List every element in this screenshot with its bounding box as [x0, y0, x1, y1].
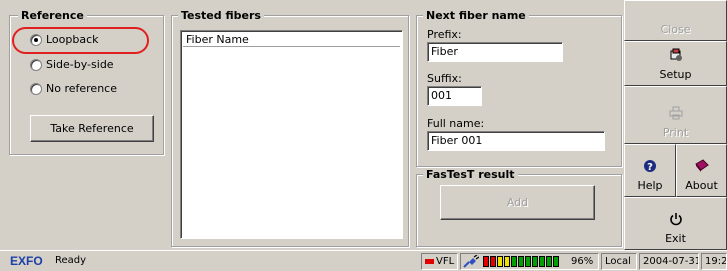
close-button[interactable]: Close: [624, 0, 727, 41]
next-fiber-title: Next fiber name: [423, 9, 529, 22]
battery-segment: [511, 256, 517, 267]
battery-segment: [497, 256, 503, 267]
print-label[interactable]: Print: [663, 126, 688, 139]
reference-group-title: Reference: [18, 9, 87, 22]
battery-indicator: 96%: [460, 253, 599, 270]
prefix-label: Prefix:: [427, 28, 462, 41]
printer-icon: [669, 106, 683, 124]
tested-fibers-list[interactable]: Fiber Name: [180, 30, 403, 239]
close-label[interactable]: Close: [661, 23, 691, 36]
time-display: 19:29: [701, 253, 727, 270]
battery-segment: [490, 256, 496, 267]
fiber-name-column-header[interactable]: Fiber Name: [183, 33, 400, 47]
suffix-input[interactable]: 001: [427, 86, 482, 106]
setup-label[interactable]: Setup: [659, 68, 691, 81]
prefix-input[interactable]: Fiber: [427, 42, 563, 62]
help-icon: ?: [643, 159, 657, 177]
vfl-label: VFL: [436, 256, 455, 267]
battery-percent: 96%: [571, 256, 594, 267]
about-button[interactable]: About: [676, 144, 727, 197]
print-button[interactable]: Print: [624, 86, 727, 144]
help-label[interactable]: Help: [637, 179, 662, 192]
battery-segment: [532, 256, 538, 267]
vfl-led: [425, 259, 434, 264]
status-text: Ready: [55, 255, 87, 266]
full-name-input[interactable]: Fiber 001: [427, 131, 605, 151]
battery-segment: [539, 256, 545, 267]
battery-segment: [483, 256, 489, 267]
setup-icon: [669, 48, 683, 66]
exit-label[interactable]: Exit: [665, 232, 686, 245]
vfl-indicator[interactable]: VFL: [421, 253, 458, 270]
battery-segment: [504, 256, 510, 267]
radio-no-reference[interactable]: No reference: [30, 82, 117, 95]
fastest-result-title: FasTesT result: [423, 168, 518, 181]
battery-segment: [546, 256, 552, 267]
about-icon: [694, 159, 709, 177]
svg-text:?: ?: [647, 162, 653, 173]
add-button[interactable]: Add: [440, 185, 595, 220]
radio-side-by-side[interactable]: Side-by-side: [30, 58, 114, 71]
about-label[interactable]: About: [685, 179, 718, 192]
setup-button[interactable]: Setup: [624, 41, 727, 86]
battery-level-bar: [483, 256, 560, 267]
power-plug-icon: [463, 254, 480, 269]
radio-side-by-side-indicator[interactable]: [30, 58, 42, 71]
radio-no-reference-label[interactable]: No reference: [46, 82, 117, 95]
battery-segment: [553, 256, 559, 267]
radio-no-reference-indicator[interactable]: [30, 82, 42, 95]
mode-indicator: Local: [601, 253, 637, 270]
annotation-circle: [12, 27, 149, 54]
help-button[interactable]: ? Help: [624, 144, 676, 197]
suffix-label: Suffix:: [427, 72, 462, 85]
tested-fibers-title: Tested fibers: [178, 9, 264, 22]
radio-side-by-side-label[interactable]: Side-by-side: [46, 58, 114, 71]
battery-segment: [525, 256, 531, 267]
battery-segment: [518, 256, 524, 267]
full-name-label: Full name:: [427, 117, 485, 130]
power-icon: [669, 212, 683, 230]
exfo-logo: EXFO: [10, 254, 43, 268]
take-reference-button[interactable]: Take Reference: [30, 115, 154, 142]
date-display: 2004-07-31: [639, 253, 699, 270]
exit-button[interactable]: Exit: [624, 197, 727, 250]
status-bar: EXFO Ready VFL 96% Local 2004-07-31 19:2…: [0, 250, 727, 271]
